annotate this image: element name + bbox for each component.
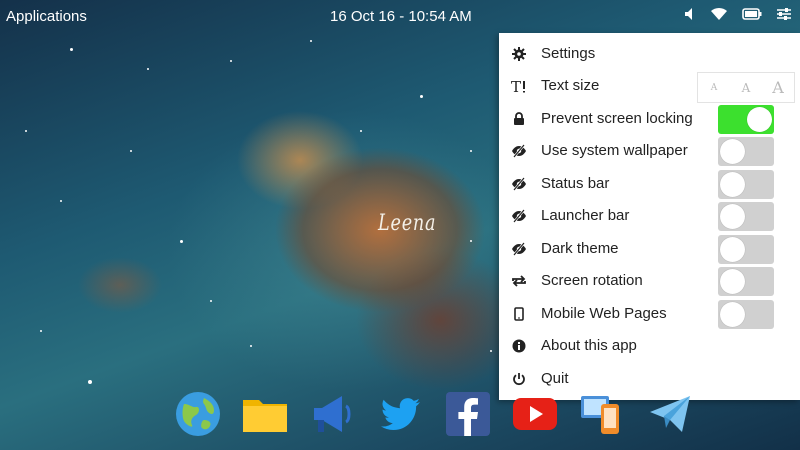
text-size-large[interactable]: A (762, 78, 794, 97)
wallpaper-label: Leena (378, 211, 437, 236)
menu-item-system-wallpaper: Use system wallpaper (499, 135, 800, 167)
youtube-icon[interactable] (511, 390, 559, 438)
toggle-knob (747, 107, 772, 132)
battery-icon[interactable] (742, 8, 762, 20)
gear-icon (511, 46, 527, 62)
devices-icon[interactable] (579, 390, 627, 438)
lock-icon (511, 111, 527, 127)
launcher-dock (0, 388, 800, 450)
toggle-dark-theme[interactable] (718, 235, 774, 264)
menu-item-mobile-web: Mobile Web Pages (499, 298, 800, 330)
text-size-small[interactable]: A (698, 83, 730, 93)
menu-item-label: About this app (541, 337, 637, 354)
eye-off-icon (511, 208, 527, 224)
menu-item-text-size: T Text size A A A (499, 70, 800, 103)
phone-icon (511, 306, 527, 322)
menu-item-label: Dark theme (541, 240, 619, 257)
paper-plane-icon[interactable] (646, 390, 694, 438)
menu-item-prevent-locking: Prevent screen locking (499, 103, 800, 135)
toggle-knob (720, 172, 745, 197)
toggle-knob (720, 269, 745, 294)
applications-menu[interactable]: Applications (6, 8, 87, 25)
toggle-knob (720, 302, 745, 327)
megaphone-icon[interactable] (308, 390, 356, 438)
menu-item-screen-rotation: Screen rotation (499, 265, 800, 297)
toggle-system-wallpaper[interactable] (718, 137, 774, 166)
menu-item-about[interactable]: About this app (499, 330, 800, 362)
menu-item-settings[interactable]: Settings (499, 38, 800, 70)
power-icon (511, 371, 527, 387)
toggle-status-bar[interactable] (718, 170, 774, 199)
toggle-knob (720, 237, 745, 262)
text-size-medium[interactable]: A (730, 81, 762, 95)
menu-item-launcher-bar: Launcher bar (499, 200, 800, 232)
eye-off-icon (511, 143, 527, 159)
system-tray (684, 7, 792, 21)
clock: 16 Oct 16 - 10:54 AM (330, 8, 472, 25)
menu-item-dark-theme: Dark theme (499, 233, 800, 265)
top-bar: Applications 16 Oct 16 - 10:54 AM (0, 0, 800, 34)
menu-item-label: Prevent screen locking (541, 110, 693, 127)
toggle-knob (720, 204, 745, 229)
menu-item-label: Launcher bar (541, 207, 630, 224)
toggle-launcher-bar[interactable] (718, 202, 774, 231)
svg-text:T: T (511, 78, 521, 94)
menu-item-status-bar: Status bar (499, 168, 800, 200)
menu-item-label: Screen rotation (541, 272, 643, 289)
facebook-icon[interactable] (444, 390, 492, 438)
toggle-prevent-locking[interactable] (718, 105, 774, 134)
settings-menu: Settings T Text size A A A Prevent scree… (499, 33, 800, 400)
menu-item-label: Status bar (541, 175, 610, 192)
menu-item-label: Quit (541, 370, 569, 387)
menu-item-label: Settings (541, 45, 596, 62)
volume-icon[interactable] (684, 7, 696, 21)
info-icon (511, 338, 527, 354)
eye-off-icon (511, 241, 527, 257)
text-size-icon: T (511, 78, 527, 94)
wifi-icon[interactable] (710, 7, 728, 21)
menu-item-label: Text size (541, 77, 600, 94)
toggle-screen-rotation[interactable] (718, 267, 774, 296)
eye-off-icon (511, 176, 527, 192)
menu-item-label: Use system wallpaper (541, 142, 688, 159)
text-size-selector: A A A (697, 72, 795, 103)
toggle-knob (720, 139, 745, 164)
globe-icon[interactable] (174, 390, 222, 438)
settings-sliders-icon[interactable] (776, 7, 792, 21)
rotate-icon (511, 273, 527, 289)
twitter-icon[interactable] (376, 390, 424, 438)
toggle-mobile-web[interactable] (718, 300, 774, 329)
folder-icon[interactable] (241, 390, 289, 438)
menu-item-label: Mobile Web Pages (541, 305, 667, 322)
